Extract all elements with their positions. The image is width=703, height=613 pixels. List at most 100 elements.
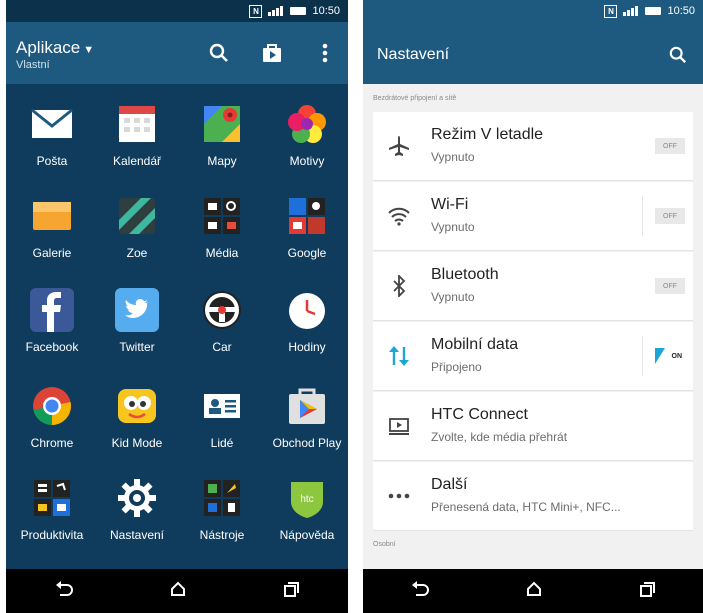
facebook-icon bbox=[30, 288, 74, 332]
status-bar: N 10:50 bbox=[363, 0, 703, 22]
setting-row-wifi[interactable]: Wi-Fi Vypnuto OFF bbox=[373, 182, 693, 251]
htc-connect-icon bbox=[387, 414, 411, 438]
app-obchod-play[interactable]: Obchod Play bbox=[262, 384, 348, 450]
app-galerie[interactable]: Galerie bbox=[7, 194, 97, 260]
themes-icon bbox=[285, 102, 329, 146]
setting-title: HTC Connect bbox=[431, 406, 528, 423]
mobile-data-toggle[interactable]: ON bbox=[655, 348, 685, 364]
gallery-icon bbox=[30, 194, 74, 238]
wifi-icon bbox=[387, 204, 411, 228]
more-icon bbox=[387, 484, 411, 508]
setting-title: Wi-Fi bbox=[431, 196, 469, 213]
play-store-shortcut-icon[interactable] bbox=[259, 40, 285, 66]
setting-row-airplane[interactable]: Režim V letadle Vypnuto OFF bbox=[373, 112, 693, 181]
app-label: Kid Mode bbox=[111, 436, 163, 450]
setting-subtitle: Vypnuto bbox=[431, 220, 475, 234]
app-drawer-screen: N 10:50 Aplikace ▼ Vlastní Pošta Kalendář bbox=[6, 0, 348, 613]
media-icon bbox=[200, 194, 244, 238]
setting-subtitle: Přenesená data, HTC Mini+, NFC... bbox=[431, 500, 621, 514]
app-chrome[interactable]: Chrome bbox=[7, 384, 97, 450]
app-label: Nápověda bbox=[279, 528, 335, 542]
app-facebook[interactable]: Facebook bbox=[7, 288, 97, 354]
home-icon[interactable] bbox=[170, 581, 186, 602]
recent-apps-icon[interactable] bbox=[639, 581, 655, 602]
app-drawer-title-dropdown[interactable]: Aplikace ▼ bbox=[16, 38, 94, 58]
app-kid-mode[interactable]: Kid Mode bbox=[92, 384, 182, 450]
app-nastaveni[interactable]: Nastavení bbox=[92, 476, 182, 542]
signal-icon bbox=[268, 6, 284, 16]
setting-row-mobile-data[interactable]: Mobilní data Připojeno ON bbox=[373, 322, 693, 391]
status-bar: N 10:50 bbox=[6, 0, 348, 22]
app-hodiny[interactable]: Hodiny bbox=[262, 288, 348, 354]
search-icon[interactable] bbox=[206, 40, 232, 66]
app-mapy[interactable]: Mapy bbox=[177, 102, 267, 168]
app-car[interactable]: Car bbox=[177, 288, 267, 354]
home-icon[interactable] bbox=[526, 581, 542, 602]
google-folder-icon bbox=[285, 194, 329, 238]
app-label: Twitter bbox=[119, 340, 155, 354]
app-produktivita[interactable]: Produktivita bbox=[7, 476, 97, 542]
search-icon[interactable] bbox=[665, 42, 691, 68]
app-label: Chrome bbox=[30, 436, 74, 450]
car-icon bbox=[200, 288, 244, 332]
app-media[interactable]: Média bbox=[177, 194, 267, 260]
app-label: Nastavení bbox=[109, 528, 165, 542]
setting-title: Bluetooth bbox=[431, 266, 499, 283]
battery-icon bbox=[645, 7, 662, 15]
status-time: 10:50 bbox=[312, 5, 340, 17]
app-label: Produktivita bbox=[20, 528, 84, 542]
overflow-menu-icon[interactable] bbox=[312, 40, 338, 66]
setting-row-htc-connect[interactable]: HTC Connect Zvolte, kde média přehrát bbox=[373, 392, 693, 461]
app-lide[interactable]: Lidé bbox=[177, 384, 267, 450]
section-header-wireless: Bezdrátové připojení a sítě bbox=[373, 95, 457, 102]
app-kalendar[interactable]: Kalendář bbox=[92, 102, 182, 168]
app-label: Hodiny bbox=[288, 340, 326, 354]
clock-icon bbox=[285, 288, 329, 332]
setting-subtitle: Vypnuto bbox=[431, 150, 475, 164]
app-label: Lidé bbox=[210, 436, 234, 450]
app-drawer-header: Aplikace ▼ Vlastní bbox=[6, 22, 348, 84]
app-label: Car bbox=[212, 340, 232, 354]
dropdown-caret-icon: ▼ bbox=[83, 44, 95, 56]
app-label: Obchod Play bbox=[272, 436, 342, 450]
nfc-icon: N bbox=[249, 4, 263, 18]
divider bbox=[642, 196, 643, 236]
setting-subtitle: Připojeno bbox=[431, 360, 482, 374]
svg-text:htc: htc bbox=[300, 494, 313, 505]
navigation-bar bbox=[363, 569, 703, 613]
app-label: Facebook bbox=[25, 340, 79, 354]
setting-title: Mobilní data bbox=[431, 336, 519, 353]
section-header-personal: Osobní bbox=[373, 541, 396, 548]
setting-row-bluetooth[interactable]: Bluetooth Vypnuto OFF bbox=[373, 252, 693, 321]
help-icon: htc bbox=[285, 476, 329, 520]
app-twitter[interactable]: Twitter bbox=[92, 288, 182, 354]
app-drawer-subtitle: Vlastní bbox=[16, 59, 50, 71]
airplane-toggle[interactable]: OFF bbox=[655, 138, 685, 154]
recent-apps-icon[interactable] bbox=[283, 581, 300, 602]
app-label: Pošta bbox=[36, 154, 68, 168]
app-label: Mapy bbox=[207, 154, 237, 168]
app-label: Google bbox=[287, 246, 327, 260]
zoe-icon bbox=[115, 194, 159, 238]
app-label: Galerie bbox=[32, 246, 72, 260]
app-label: Zoe bbox=[126, 246, 148, 260]
app-motivy[interactable]: Motivy bbox=[262, 102, 348, 168]
bluetooth-toggle[interactable]: OFF bbox=[655, 278, 685, 294]
signal-icon bbox=[623, 6, 639, 16]
app-napoveda[interactable]: htc Nápověda bbox=[262, 476, 348, 542]
tools-folder-icon bbox=[200, 476, 244, 520]
app-posta[interactable]: Pošta bbox=[7, 102, 97, 168]
back-icon[interactable] bbox=[411, 580, 430, 602]
setting-row-more[interactable]: Další Přenesená data, HTC Mini+, NFC... bbox=[373, 462, 693, 531]
page-title: Nastavení bbox=[377, 46, 450, 63]
back-icon[interactable] bbox=[55, 580, 73, 602]
app-zoe[interactable]: Zoe bbox=[92, 194, 182, 260]
navigation-bar bbox=[6, 569, 348, 613]
app-nastroje[interactable]: Nástroje bbox=[177, 476, 267, 542]
app-google[interactable]: Google bbox=[262, 194, 348, 260]
mobile-data-icon bbox=[387, 344, 411, 368]
twitter-icon bbox=[115, 288, 159, 332]
settings-gear-icon bbox=[115, 476, 159, 520]
wifi-toggle[interactable]: OFF bbox=[655, 208, 685, 224]
battery-icon bbox=[290, 7, 307, 15]
